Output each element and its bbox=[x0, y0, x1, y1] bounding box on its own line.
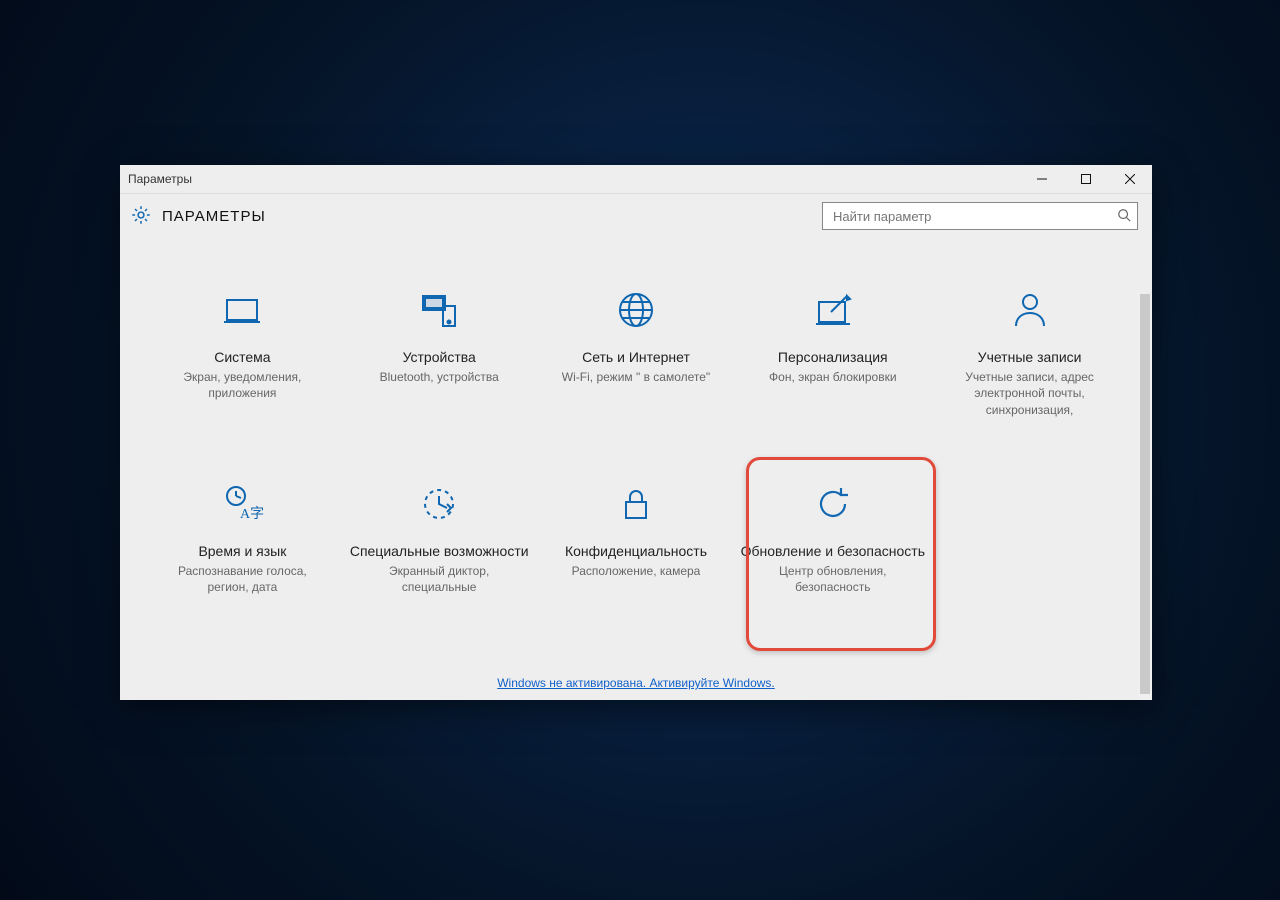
tile-privacy[interactable]: Конфиденциальность Расположение, камера bbox=[538, 478, 735, 600]
tile-desc: Wi-Fi, режим " в самолете" bbox=[562, 369, 710, 385]
search-input[interactable] bbox=[831, 208, 1117, 225]
tile-desc: Распознавание голоса, регион, дата bbox=[157, 563, 327, 595]
globe-icon bbox=[614, 288, 658, 332]
tiles-grid: Система Экран, уведомления, приложения У… bbox=[120, 284, 1152, 599]
brand: ПАРАМЕТРЫ bbox=[130, 204, 266, 229]
gear-icon bbox=[130, 204, 152, 229]
tile-time-language[interactable]: A字 Время и язык Распознавание голоса, ре… bbox=[144, 478, 341, 600]
titlebar: Параметры bbox=[120, 165, 1152, 194]
tile-desc: Экран, уведомления, приложения bbox=[157, 369, 327, 401]
lock-icon bbox=[614, 482, 658, 526]
update-icon bbox=[811, 482, 855, 526]
tile-title: Обновление и безопасность bbox=[741, 542, 925, 560]
svg-text:A字: A字 bbox=[240, 506, 264, 522]
tile-title: Система bbox=[214, 348, 270, 366]
tile-title: Специальные возможности bbox=[350, 542, 529, 560]
tile-devices[interactable]: Устройства Bluetooth, устройства bbox=[341, 284, 538, 422]
content-area: Система Экран, уведомления, приложения У… bbox=[120, 238, 1152, 700]
page-title: ПАРАМЕТРЫ bbox=[162, 208, 266, 225]
activation-link[interactable]: Windows не активирована. Активируйте Win… bbox=[497, 676, 775, 690]
tile-title: Персонализация bbox=[778, 348, 888, 366]
minimize-button[interactable] bbox=[1020, 165, 1064, 193]
ease-of-access-icon bbox=[417, 482, 461, 526]
tile-title: Устройства bbox=[403, 348, 476, 366]
search-icon bbox=[1117, 208, 1131, 225]
scrollbar-thumb[interactable] bbox=[1140, 294, 1150, 694]
tile-update-security[interactable]: Обновление и безопасность Центр обновлен… bbox=[734, 478, 931, 600]
tile-desc: Расположение, камера bbox=[572, 563, 701, 579]
tile-title: Сеть и Интернет bbox=[582, 348, 690, 366]
tile-desc: Bluetooth, устройства bbox=[380, 369, 499, 385]
devices-icon bbox=[417, 288, 461, 332]
tile-title: Время и язык bbox=[198, 542, 286, 560]
person-icon bbox=[1008, 288, 1052, 332]
activation-notice: Windows не активирована. Активируйте Win… bbox=[120, 676, 1152, 690]
tile-title: Учетные записи bbox=[978, 348, 1082, 366]
tile-desc: Фон, экран блокировки bbox=[769, 369, 897, 385]
window-title: Параметры bbox=[128, 172, 192, 186]
scrollbar[interactable] bbox=[1138, 294, 1152, 700]
tile-personalization[interactable]: Персонализация Фон, экран блокировки bbox=[734, 284, 931, 422]
close-button[interactable] bbox=[1108, 165, 1152, 193]
header-row: ПАРАМЕТРЫ bbox=[120, 194, 1152, 238]
search-box[interactable] bbox=[822, 202, 1138, 230]
display-icon bbox=[220, 288, 264, 332]
tile-desc: Центр обновления, безопасность bbox=[748, 563, 918, 595]
window-controls bbox=[1020, 165, 1152, 193]
tile-desc: Учетные записи, адрес электронной почты,… bbox=[945, 369, 1115, 418]
maximize-button[interactable] bbox=[1064, 165, 1108, 193]
tile-system[interactable]: Система Экран, уведомления, приложения bbox=[144, 284, 341, 422]
time-language-icon: A字 bbox=[220, 482, 264, 526]
tile-desc: Экранный диктор, специальные bbox=[354, 563, 524, 595]
tile-ease-of-access[interactable]: Специальные возможности Экранный диктор,… bbox=[341, 478, 538, 600]
tile-accounts[interactable]: Учетные записи Учетные записи, адрес эле… bbox=[931, 284, 1128, 422]
tile-title: Конфиденциальность bbox=[565, 542, 707, 560]
tile-network[interactable]: Сеть и Интернет Wi-Fi, режим " в самолет… bbox=[538, 284, 735, 422]
settings-window: Параметры ПАРАМЕТРЫ bbox=[120, 165, 1152, 700]
personalization-icon bbox=[811, 288, 855, 332]
